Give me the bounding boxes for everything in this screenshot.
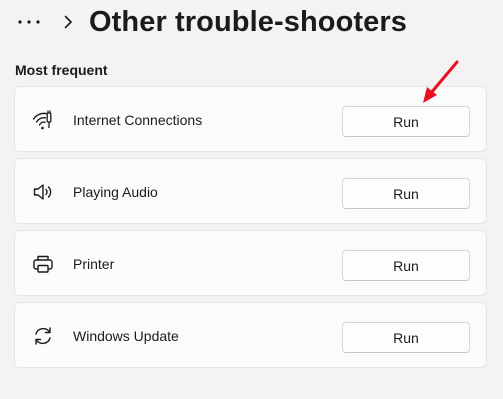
troubleshooter-playing-audio: Playing Audio Run [14,158,487,224]
wifi-icon [31,108,55,132]
run-windows-update-button[interactable]: Run [342,322,470,353]
run-printer-button[interactable]: Run [342,250,470,281]
troubleshooter-printer: Printer Run [14,230,487,296]
run-internet-connections-button[interactable]: Run [342,106,470,137]
breadcrumb-separator [58,11,78,33]
more-horizontal-icon [18,20,40,24]
troubleshooter-label: Playing Audio [73,184,158,200]
troubleshooter-internet-connections: Internet Connections Run [14,86,487,152]
troubleshooter-label: Internet Connections [73,112,203,128]
section-title: Most frequent [15,62,108,78]
page-header: Other trouble-shooters [0,0,503,48]
speaker-icon [31,180,55,204]
troubleshooter-label: Printer [73,256,115,272]
sync-icon [31,324,55,348]
printer-icon [31,252,55,276]
page-title: Other trouble-shooters [89,6,407,38]
chevron-right-icon [64,15,72,29]
more-options-button[interactable] [14,10,44,34]
troubleshooter-label: Windows Update [73,328,179,344]
run-playing-audio-button[interactable]: Run [342,178,470,209]
troubleshooter-windows-update: Windows Update Run [14,302,487,368]
